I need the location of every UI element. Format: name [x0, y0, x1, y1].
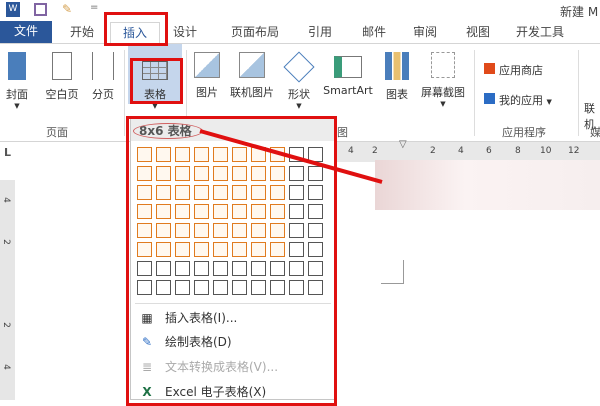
annotation-arrow [199, 129, 383, 184]
annotation-line [199, 129, 383, 184]
